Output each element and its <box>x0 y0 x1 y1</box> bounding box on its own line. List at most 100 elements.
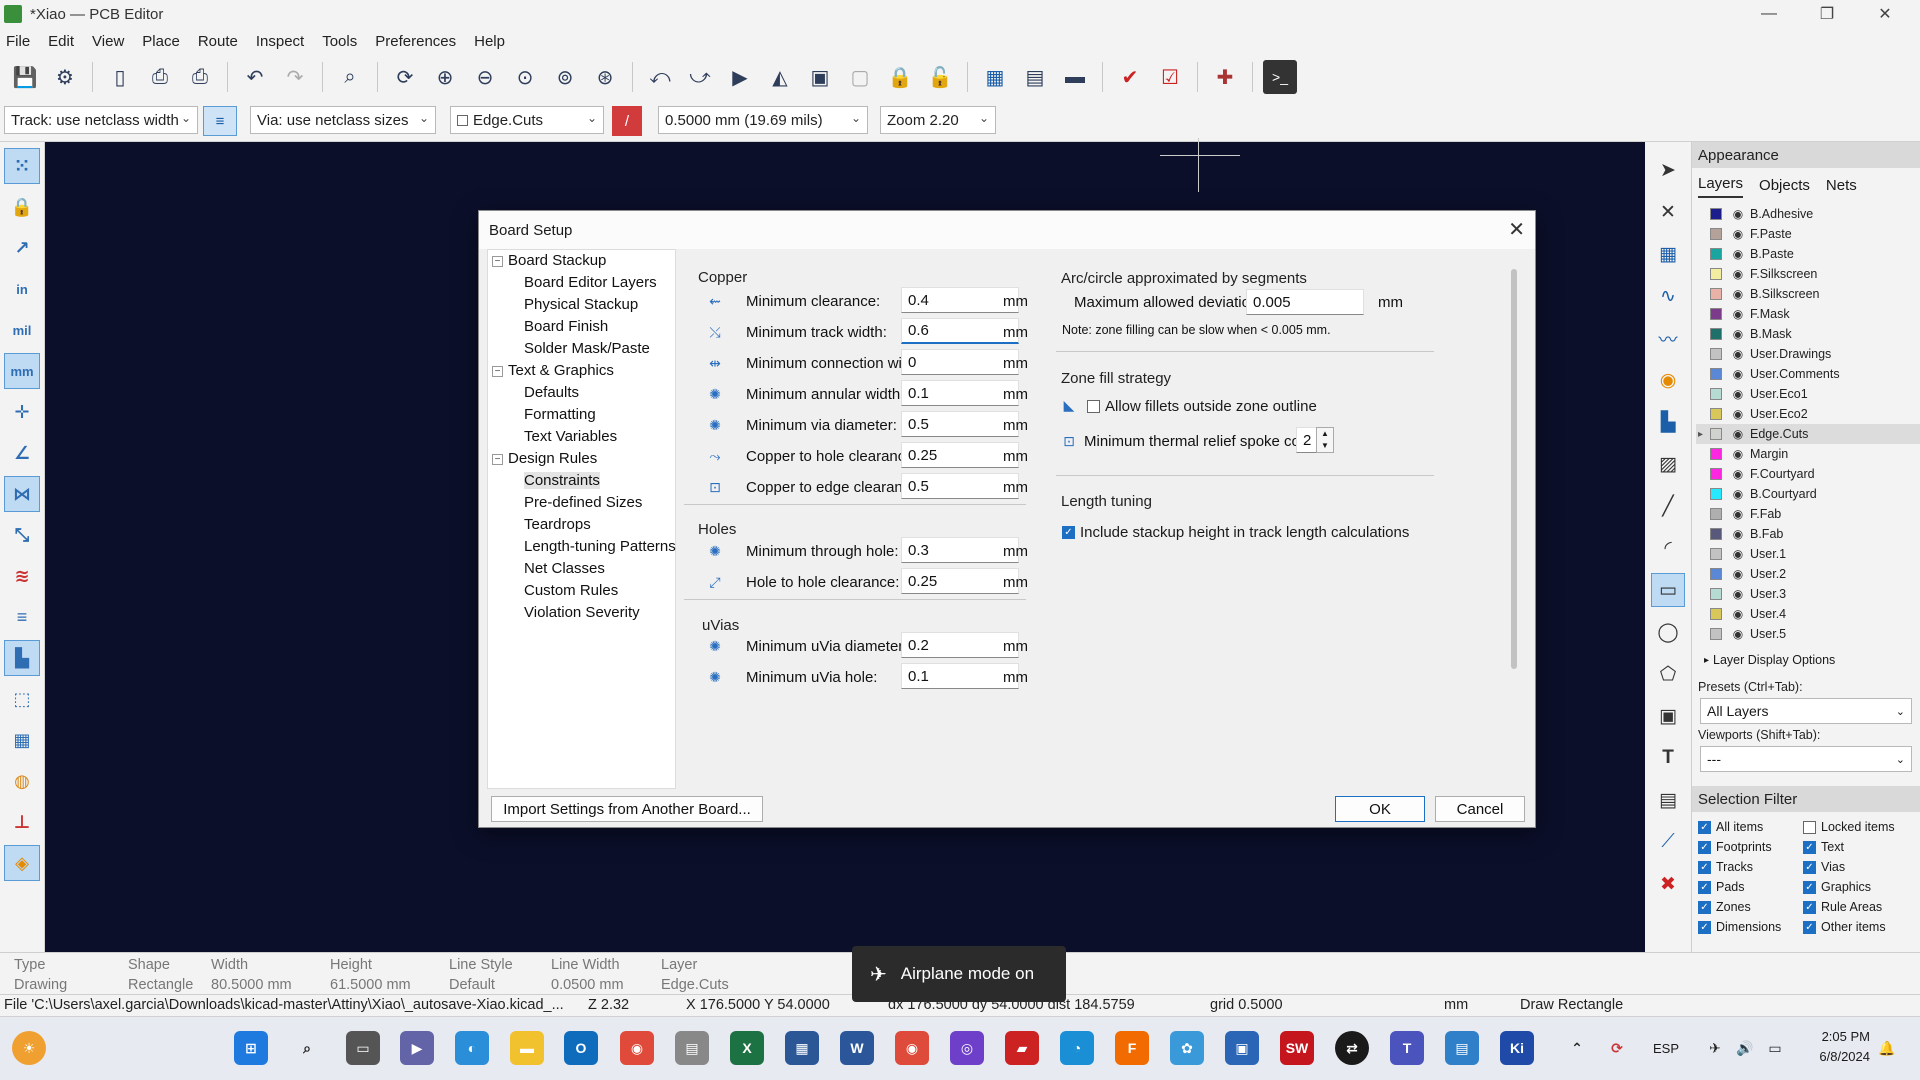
menu-view[interactable]: View <box>92 33 124 50</box>
battery-icon[interactable]: ▭ <box>1758 1031 1792 1065</box>
clock-time[interactable]: 2:05 PM <box>1810 1029 1870 1044</box>
layer-color-swatch[interactable] <box>1710 428 1722 440</box>
zoom-out-icon[interactable]: ⊖ <box>468 60 502 94</box>
tray-chevron-icon[interactable]: ⌃ <box>1560 1031 1594 1065</box>
filter-item[interactable]: Locked items <box>1803 818 1908 836</box>
tree-item[interactable]: Teardrops <box>524 516 591 533</box>
start-icon[interactable]: ⊞ <box>234 1031 268 1065</box>
units-mil-icon[interactable]: mil <box>4 312 40 348</box>
draw-rectangle-icon[interactable]: ▭ <box>1651 573 1685 607</box>
layer-row[interactable]: ◉ B.Mask <box>1696 324 1920 344</box>
footprint-browser-icon[interactable]: ▤ <box>1018 60 1052 94</box>
draw-line-icon[interactable]: ╱ <box>1651 489 1685 523</box>
layer-color-swatch[interactable] <box>1710 248 1722 260</box>
filter-item[interactable]: ✓ Dimensions <box>1698 918 1803 936</box>
checkbox-box[interactable]: ✓ <box>1803 860 1816 874</box>
settings-app-icon[interactable]: ✿ <box>1170 1031 1204 1065</box>
close-icon[interactable]: ✕ <box>1508 217 1525 242</box>
layer-row[interactable]: ◉ User.3 <box>1696 584 1920 604</box>
minimize-button[interactable]: — <box>1740 0 1798 28</box>
tree-item[interactable]: Length-tuning Patterns <box>524 538 676 555</box>
layer-row[interactable]: ◉ User.1 <box>1696 544 1920 564</box>
ok-button[interactable]: OK <box>1335 796 1425 822</box>
add-dimension-icon[interactable]: ⟋ <box>1651 825 1685 859</box>
visibility-eye-icon[interactable]: ◉ <box>1730 367 1746 381</box>
via-display-icon[interactable]: ◍ <box>4 763 40 799</box>
find-icon[interactable]: ⌕ <box>333 60 367 94</box>
weather-icon[interactable]: ☀ <box>12 1031 46 1065</box>
excel-icon[interactable]: X <box>730 1031 764 1065</box>
presets-select[interactable]: All Layers ⌄ <box>1700 698 1912 724</box>
layer-row[interactable]: ◉ User.5 <box>1696 624 1920 644</box>
restore-button[interactable]: ❐ <box>1798 0 1856 28</box>
cancel-button[interactable]: Cancel <box>1435 796 1525 822</box>
visibility-eye-icon[interactable]: ◉ <box>1730 327 1746 341</box>
notepad-icon[interactable]: ▤ <box>1445 1031 1479 1065</box>
tree-item[interactable]: Board Stackup <box>508 252 606 269</box>
polar-coords-icon[interactable]: ↗ <box>4 230 40 266</box>
visibility-eye-icon[interactable]: ◉ <box>1730 527 1746 541</box>
layer-row[interactable]: ◉ B.Fab <box>1696 524 1920 544</box>
layer-row[interactable]: ◉ F.Silkscreen <box>1696 264 1920 284</box>
route-track-icon[interactable]: ∿ <box>1651 279 1685 313</box>
filter-item[interactable]: ✓ Zones <box>1698 898 1803 916</box>
tree-item[interactable]: Pre-defined Sizes <box>524 494 642 511</box>
layer-row[interactable]: ◉ Margin <box>1696 444 1920 464</box>
connection-width-input[interactable]: 0 <box>901 349 1019 375</box>
visibility-eye-icon[interactable]: ◉ <box>1730 387 1746 401</box>
layer-color-swatch[interactable] <box>1710 408 1722 420</box>
visibility-eye-icon[interactable]: ◉ <box>1730 547 1746 561</box>
tree-expander-icon[interactable]: − <box>492 454 503 465</box>
ratsnest-icon[interactable]: ⋈ <box>4 476 40 512</box>
layer-color-swatch[interactable] <box>1710 528 1722 540</box>
local-ratsnest-icon[interactable]: ✕ <box>1651 195 1685 229</box>
draw-polygon-icon[interactable]: ⬠ <box>1651 657 1685 691</box>
uvia-diameter-input[interactable]: 0.2 <box>901 632 1019 658</box>
allow-fillets-checkbox[interactable]: Allow fillets outside zone outline <box>1087 398 1317 415</box>
tree-item[interactable]: Physical Stackup <box>524 296 638 313</box>
checkbox-box[interactable]: ✓ <box>1803 900 1816 914</box>
checkbox-box[interactable]: ✓ <box>1698 860 1711 874</box>
visibility-eye-icon[interactable]: ◉ <box>1730 447 1746 461</box>
menu-inspect[interactable]: Inspect <box>256 33 304 50</box>
angle-icon[interactable]: ∠ <box>4 435 40 471</box>
layer-color-swatch[interactable] <box>1710 288 1722 300</box>
layer-row[interactable]: ◉ User.Drawings <box>1696 344 1920 364</box>
layer-color-swatch[interactable] <box>1710 548 1722 560</box>
checkbox-box[interactable]: ✓ <box>1803 920 1816 934</box>
import-settings-button[interactable]: Import Settings from Another Board... <box>491 796 763 822</box>
add-textbox-icon[interactable]: ▤ <box>1651 783 1685 817</box>
layer-color-swatch[interactable] <box>1710 608 1722 620</box>
rotate-cw-icon[interactable]: ⤻ <box>683 60 717 94</box>
tab-nets[interactable]: Nets <box>1826 177 1857 198</box>
layer-color-swatch[interactable] <box>1710 388 1722 400</box>
tree-item[interactable]: Net Classes <box>524 560 605 577</box>
layer-row[interactable]: ◉ B.Paste <box>1696 244 1920 264</box>
tree-item[interactable]: Formatting <box>524 406 596 423</box>
hole-to-hole-input[interactable]: 0.25 <box>901 568 1019 594</box>
menu-file[interactable]: File <box>6 33 30 50</box>
pad-display-icon[interactable]: ▦ <box>4 722 40 758</box>
outlook-icon[interactable]: O <box>564 1031 598 1065</box>
checkbox-box[interactable]: ✓ <box>1698 880 1711 894</box>
layer-row[interactable]: ◉ F.Fab <box>1696 504 1920 524</box>
tab-objects[interactable]: Objects <box>1759 177 1810 198</box>
airplane-tray-icon[interactable]: ✈ <box>1698 1031 1732 1065</box>
track-width-select[interactable]: Track: use netclass width ⌄ <box>4 106 198 134</box>
tree-item[interactable]: Board Editor Layers <box>524 274 657 291</box>
layer-row[interactable]: ◉ F.Mask <box>1696 304 1920 324</box>
layer-color-swatch[interactable] <box>1710 368 1722 380</box>
units-inch-icon[interactable]: in <box>4 271 40 307</box>
layer-row[interactable]: ◉ B.Silkscreen <box>1696 284 1920 304</box>
viewports-select[interactable]: --- ⌄ <box>1700 746 1912 772</box>
tree-item[interactable]: Solder Mask/Paste <box>524 340 650 357</box>
layer-row[interactable]: ▸ ◉ Edge.Cuts <box>1696 424 1920 444</box>
scripting-console-icon[interactable]: >_ <box>1263 60 1297 94</box>
tree-expander-icon[interactable]: − <box>492 366 503 377</box>
layer-color-swatch[interactable] <box>1710 628 1722 640</box>
zoom-fit-icon[interactable]: ⊙ <box>508 60 542 94</box>
filter-item[interactable]: ✓ Pads <box>1698 878 1803 896</box>
sync-icon[interactable]: ⟳ <box>1600 1031 1634 1065</box>
visibility-eye-icon[interactable]: ◉ <box>1730 307 1746 321</box>
layer-color-swatch[interactable] <box>1710 208 1722 220</box>
